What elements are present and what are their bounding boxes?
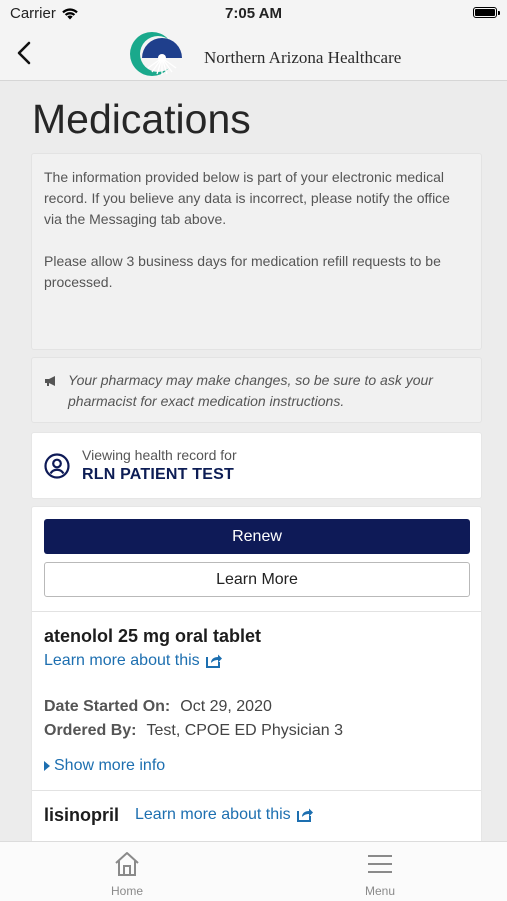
- back-button[interactable]: [10, 38, 40, 68]
- tab-menu[interactable]: Menu: [340, 850, 420, 898]
- status-time: 7:05 AM: [225, 5, 282, 22]
- learn-more-link[interactable]: Learn more about this: [44, 652, 223, 670]
- learn-more-link-text: Learn more about this: [44, 652, 200, 669]
- renew-button[interactable]: Renew: [44, 519, 470, 554]
- date-started-row: Date Started On: Oct 29, 2020: [44, 698, 272, 716]
- external-link-icon: [205, 654, 222, 668]
- date-started-label: Date Started On:: [44, 698, 171, 715]
- page-title: Medications: [32, 96, 251, 142]
- battery-icon: [473, 7, 500, 18]
- medications-list: Renew Learn More atenolol 25 mg oral tab…: [31, 506, 482, 846]
- tab-menu-label: Menu: [364, 884, 396, 898]
- menu-icon: [368, 855, 392, 873]
- status-bar: Carrier 7:05 AM: [0, 0, 507, 28]
- patient-label: Viewing health record for: [82, 447, 237, 463]
- date-started-value: Oct 29, 2020: [180, 698, 272, 715]
- show-more-info-text: Show more info: [54, 757, 166, 774]
- pharmacy-notice-text: Your pharmacy may make changes, so be su…: [68, 372, 433, 409]
- learn-more-link[interactable]: Learn more about this: [135, 806, 314, 824]
- home-icon: [115, 852, 139, 876]
- nah-logo-icon: [130, 32, 182, 76]
- logo: Northern Arizona Healthcare: [128, 28, 401, 80]
- divider: [32, 790, 481, 791]
- pharmacy-notice: Your pharmacy may make changes, so be su…: [31, 357, 482, 423]
- ordered-by-value: Test, CPOE ED Physician 3: [146, 722, 343, 739]
- megaphone-icon: [45, 376, 55, 386]
- patient-selector[interactable]: Viewing health record for RLN PATIENT TE…: [31, 432, 482, 499]
- logo-text: Northern Arizona Healthcare: [204, 48, 402, 67]
- show-more-info-link[interactable]: Show more info: [44, 757, 165, 775]
- info-paragraph-2: Please allow 3 business days for medicat…: [44, 253, 441, 290]
- info-paragraph-1: The information provided below is part o…: [44, 169, 450, 227]
- learn-more-button[interactable]: Learn More: [44, 562, 470, 597]
- tab-bar: Home Menu: [0, 841, 507, 901]
- tab-home-label: Home: [110, 884, 143, 898]
- patient-info: Viewing health record for RLN PATIENT TE…: [82, 447, 237, 484]
- tab-home[interactable]: Home: [87, 850, 167, 898]
- ordered-by-row: Ordered By: Test, CPOE ED Physician 3: [44, 722, 343, 740]
- external-link-icon: [296, 808, 313, 822]
- medication-name: lisinopril: [44, 805, 120, 825]
- caret-right-icon: [44, 761, 50, 771]
- patient-name: RLN PATIENT TEST: [82, 466, 234, 483]
- info-panel: The information provided below is part o…: [31, 153, 482, 350]
- divider: [32, 611, 481, 612]
- nav-bar: Northern Arizona Healthcare: [0, 28, 507, 81]
- user-circle-icon: [44, 452, 70, 479]
- chevron-left-icon: [17, 41, 31, 65]
- learn-more-link-text: Learn more about this: [135, 806, 291, 823]
- ordered-by-label: Ordered By:: [44, 722, 137, 739]
- medication-name: atenolol 25 mg oral tablet: [44, 626, 262, 646]
